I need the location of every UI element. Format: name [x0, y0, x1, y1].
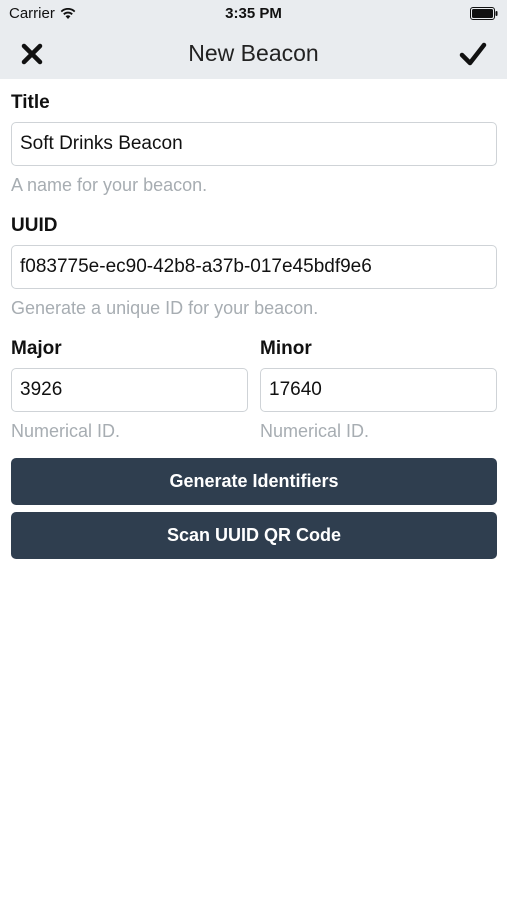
minor-hint: Numerical ID. — [260, 421, 370, 441]
generate-identifiers-button[interactable]: Generate Identifiers — [11, 458, 497, 505]
uuid-input[interactable]: f083775e-ec90-42b8-a37b-017e45bdf9e6 — [11, 245, 497, 289]
title-input[interactable]: Soft Drinks Beacon — [11, 122, 497, 166]
minor-input[interactable]: 17640 — [260, 368, 497, 412]
page-title: New Beacon — [188, 40, 319, 66]
clock: 3:35 PM — [225, 5, 282, 22]
uuid-label: UUID — [11, 215, 58, 236]
title-hint: A name for your beacon. — [11, 175, 208, 195]
major-label: Major — [11, 338, 62, 359]
uuid-hint: Generate a unique ID for your beacon. — [11, 298, 319, 318]
top-bar: Carrier 3:35 PM New Beacon — [0, 0, 507, 79]
status-bar: Carrier 3:35 PM — [0, 0, 507, 28]
battery-icon — [470, 7, 498, 20]
checkmark-icon[interactable] — [459, 41, 487, 67]
minor-label: Minor — [260, 338, 312, 359]
title-label: Title — [11, 92, 50, 113]
major-input[interactable]: 3926 — [11, 368, 248, 412]
major-hint: Numerical ID. — [11, 421, 121, 441]
navigation-bar: New Beacon — [0, 28, 507, 79]
scan-qr-code-button[interactable]: Scan UUID QR Code — [11, 512, 497, 559]
